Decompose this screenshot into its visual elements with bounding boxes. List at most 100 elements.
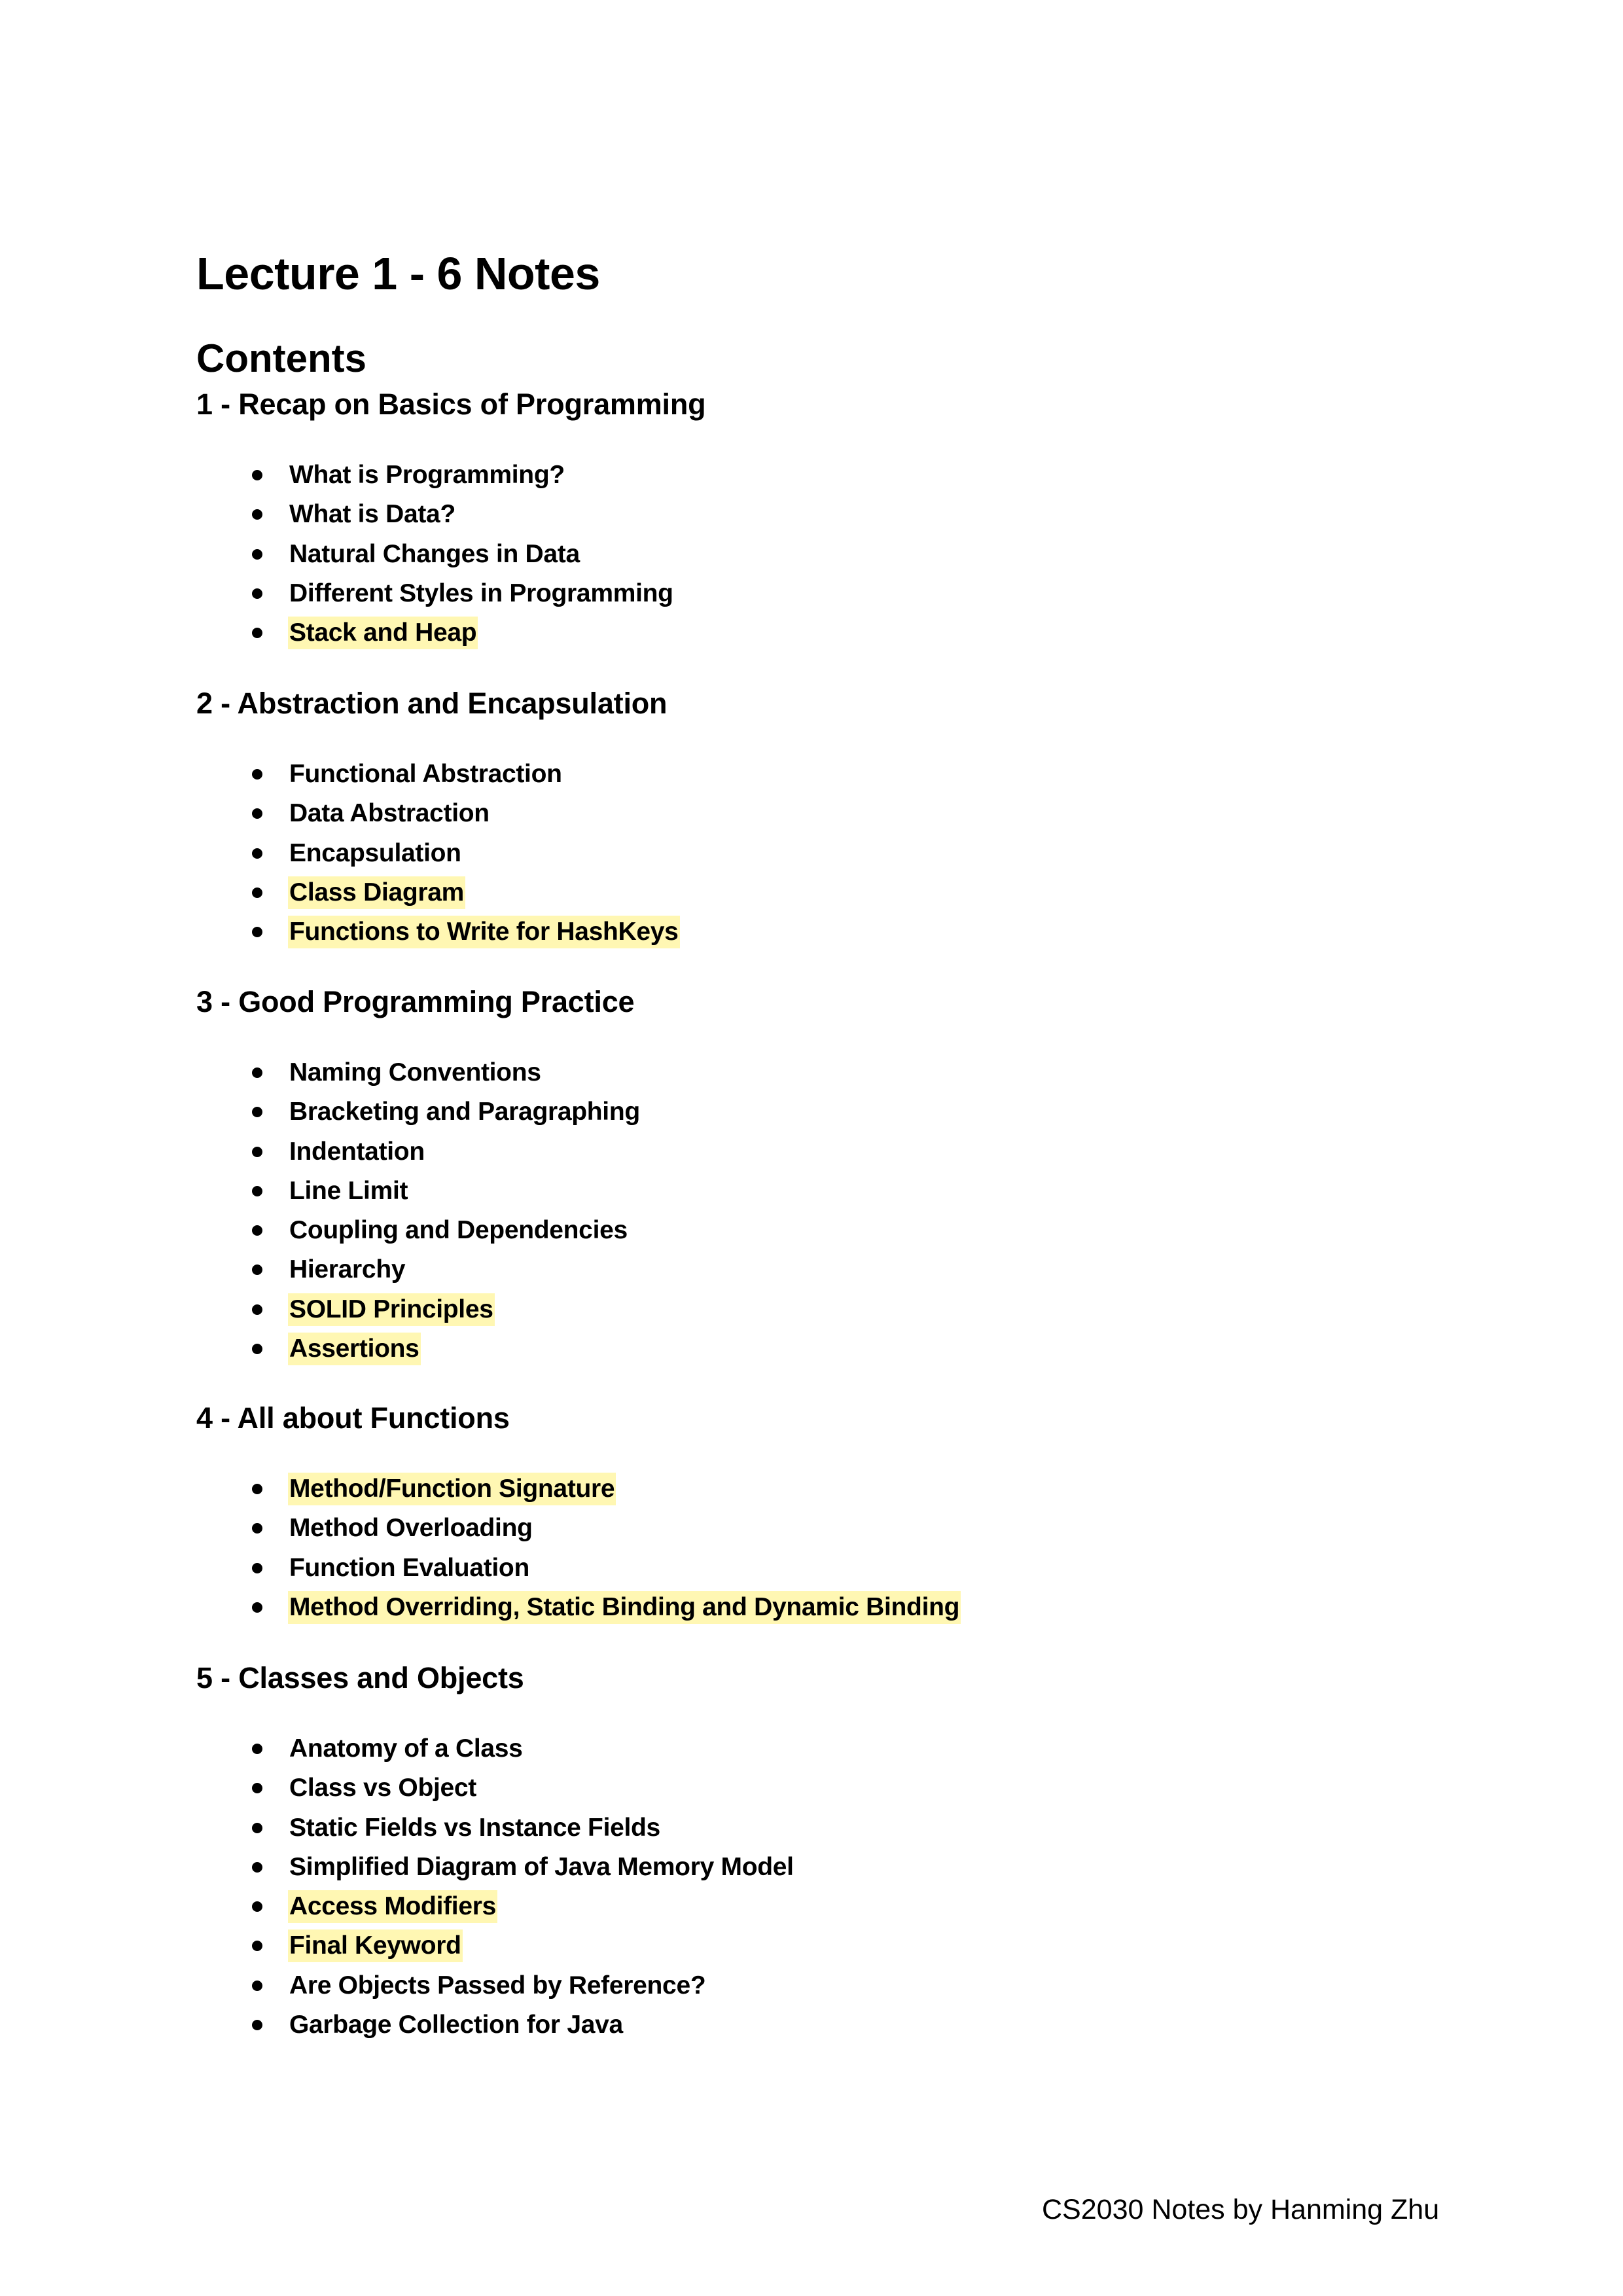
bullet-icon	[252, 1185, 262, 1196]
bullet-icon	[252, 808, 262, 819]
item-label: Are Objects Passed by Reference?	[289, 1971, 706, 2000]
bullet-icon	[252, 2020, 262, 2031]
list-item: What is Data?	[196, 495, 1505, 534]
bullet-icon	[252, 927, 262, 938]
list-item: Static Fields vs Instance Fields	[196, 1808, 1505, 1848]
list-item: Garbage Collection for Java	[196, 2005, 1505, 2045]
document-page: Lecture 1 - 6 Notes Contents 1 - Recap o…	[0, 0, 1623, 2296]
item-label: Different Styles in Programming	[289, 579, 673, 607]
list-item: Class Diagram	[196, 873, 1505, 912]
list-item: Stack and Heap	[196, 613, 1505, 653]
item-label: Bracketing and Paragraphing	[289, 1098, 640, 1126]
bullet-icon	[252, 1562, 262, 1573]
list-item: Function Evaluation	[196, 1549, 1505, 1588]
section-item-list: Anatomy of a Class Class vs Object Static …	[196, 1729, 1505, 2045]
section-item-list: What is Programming? What is Data? Natural…	[196, 456, 1505, 653]
section-heading: 1 - Recap on Basics of Programming	[196, 387, 706, 421]
list-item: Different Styles in Programming	[196, 574, 1505, 613]
item-label: Simplified Diagram of Java Memory Model	[289, 1852, 794, 1881]
highlighted-item-label: Assertions	[288, 1333, 421, 1366]
bullet-icon	[252, 588, 262, 599]
item-label: What is Programming?	[289, 461, 565, 489]
list-item: Final Keyword	[196, 1926, 1505, 1965]
contents-heading: Contents	[196, 336, 366, 380]
item-label: Naming Conventions	[289, 1058, 541, 1086]
section-heading: 4 - All about Functions	[196, 1401, 510, 1435]
bullet-icon	[252, 769, 262, 780]
item-label: Encapsulation	[289, 838, 461, 867]
section-item-list: Method/Function Signature Method Overload…	[196, 1469, 1505, 1627]
list-item: What is Programming?	[196, 456, 1505, 495]
bullet-icon	[252, 1822, 262, 1833]
bullet-icon	[252, 1107, 262, 1118]
section-4: 4 - All about Functions Method/Function …	[196, 1400, 1505, 1627]
item-label: Natural Changes in Data	[289, 539, 580, 568]
highlighted-item-label: SOLID Principles	[288, 1293, 495, 1326]
bullet-icon	[252, 1304, 262, 1315]
highlighted-item-label: Method/Function Signature	[288, 1473, 616, 1505]
bullet-icon	[252, 548, 262, 560]
highlighted-item-label: Access Modifiers	[288, 1890, 497, 1924]
bullet-icon	[252, 1901, 262, 1912]
list-item: SOLID Principles	[196, 1290, 1505, 1329]
bullet-icon	[252, 848, 262, 859]
page-footer: CS2030 Notes by Hanming Zhu	[1042, 2194, 1440, 2225]
list-item: Method/Function Signature	[196, 1469, 1505, 1509]
list-item: Access Modifiers	[196, 1887, 1505, 1926]
list-item: Line Limit	[196, 1172, 1505, 1211]
item-label: Coupling and Dependencies	[289, 1216, 628, 1245]
bullet-icon	[252, 1861, 262, 1873]
bullet-icon	[252, 1344, 262, 1355]
list-item: Indentation	[196, 1132, 1505, 1172]
section-2: 2 - Abstraction and Encapsulation Functi…	[196, 685, 1505, 952]
item-label: What is Data?	[289, 500, 455, 529]
item-label: Line Limit	[289, 1176, 408, 1205]
item-label: Function Evaluation	[289, 1553, 529, 1582]
section-item-list: Functional Abstraction Data Abstraction En…	[196, 755, 1505, 952]
highlighted-item-label: Stack and Heap	[288, 617, 478, 650]
list-item: Anatomy of a Class	[196, 1729, 1505, 1768]
bullet-icon	[252, 1980, 262, 1991]
bullet-icon	[252, 1783, 262, 1794]
list-item: Are Objects Passed by Reference?	[196, 1966, 1505, 2005]
highlighted-item-label: Functions to Write for HashKeys	[288, 916, 680, 949]
list-item: Functions to Write for HashKeys	[196, 912, 1505, 952]
list-item: Functional Abstraction	[196, 755, 1505, 794]
highlighted-item-label: Class Diagram	[288, 876, 466, 909]
section-heading: 5 - Classes and Objects	[196, 1661, 524, 1695]
list-item: Encapsulation	[196, 834, 1505, 873]
bullet-icon	[252, 1225, 262, 1236]
list-item: Simplified Diagram of Java Memory Model	[196, 1848, 1505, 1887]
item-label: Class vs Object	[289, 1774, 476, 1803]
bullet-icon	[252, 1941, 262, 1952]
section-heading: 3 - Good Programming Practice	[196, 985, 635, 1018]
item-label: Anatomy of a Class	[289, 1734, 523, 1763]
item-label: Data Abstraction	[289, 799, 490, 828]
item-label: Functional Abstraction	[289, 760, 562, 788]
bullet-icon	[252, 1523, 262, 1534]
item-label: Garbage Collection for Java	[289, 2011, 623, 2039]
highlighted-item-label: Final Keyword	[288, 1929, 463, 1963]
list-item: Data Abstraction	[196, 794, 1505, 833]
list-item: Hierarchy	[196, 1250, 1505, 1289]
list-item: Bracketing and Paragraphing	[196, 1092, 1505, 1132]
section-heading: 2 - Abstraction and Encapsulation	[196, 687, 668, 720]
bullet-icon	[252, 1484, 262, 1494]
highlighted-item-label: Method Overriding, Static Binding and Dy…	[288, 1590, 961, 1624]
bullet-icon	[252, 1744, 262, 1754]
list-item: Class vs Object	[196, 1768, 1505, 1808]
bullet-icon	[252, 509, 262, 520]
bullet-icon	[252, 887, 262, 898]
bullet-icon	[252, 470, 262, 480]
list-item: Method Overriding, Static Binding and Dy…	[196, 1588, 1505, 1627]
item-label: Indentation	[289, 1137, 425, 1166]
bullet-icon	[252, 1067, 262, 1078]
list-item: Coupling and Dependencies	[196, 1211, 1505, 1250]
section-5: 5 - Classes and Objects Anatomy of a Cla…	[196, 1660, 1505, 2045]
bullet-icon	[252, 628, 262, 639]
item-label: Static Fields vs Instance Fields	[289, 1813, 660, 1842]
bullet-icon	[252, 1602, 262, 1613]
section-3: 3 - Good Programming Practice Naming Con…	[196, 984, 1505, 1369]
bullet-icon	[252, 1146, 262, 1157]
list-item: Method Overloading	[196, 1509, 1505, 1548]
